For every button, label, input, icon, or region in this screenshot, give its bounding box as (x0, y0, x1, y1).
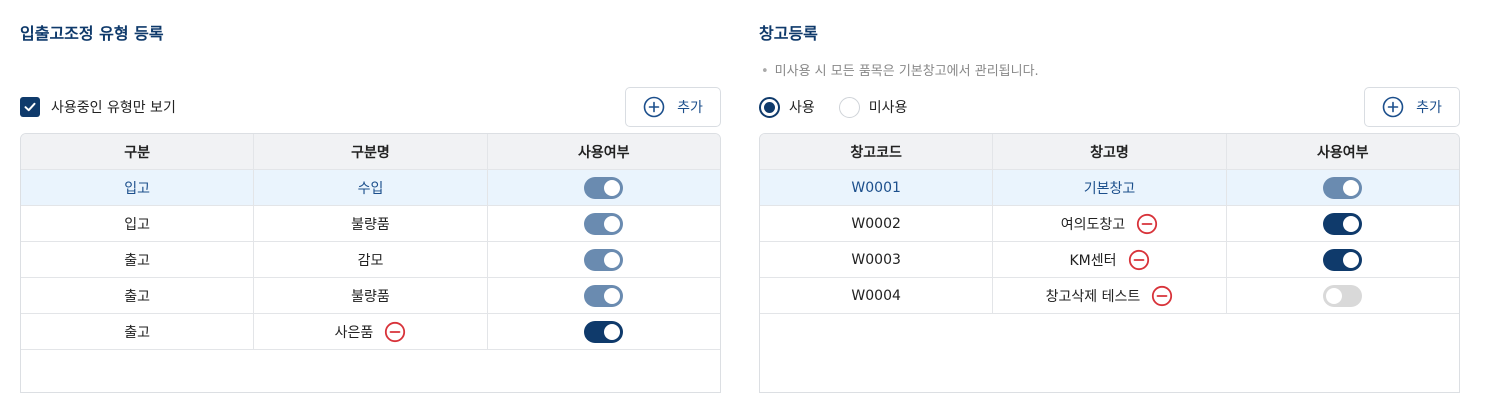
enabled-toggle[interactable] (1323, 284, 1363, 307)
table-row[interactable]: 출고 사은품 (21, 314, 720, 350)
plus-circle-icon (1382, 96, 1404, 118)
cell-enabled (488, 314, 720, 349)
remove-circle-icon[interactable] (1136, 213, 1158, 235)
toggle-knob (604, 251, 621, 268)
remove-circle-icon[interactable] (384, 321, 406, 343)
cell-name: 수입 (254, 170, 488, 205)
cell-code: W0004 (760, 278, 994, 313)
active-only-checkbox[interactable] (20, 97, 40, 117)
cell-code: W0002 (760, 206, 994, 241)
cell-type: 출고 (21, 278, 255, 313)
header-type[interactable]: 구분 (21, 134, 255, 169)
warehouse-note: • 미사용 시 모든 품목은 기본창고에서 관리됩니다. (761, 60, 1039, 79)
toggle-knob (604, 287, 621, 304)
table-row[interactable]: W0001 기본창고 (760, 170, 1459, 206)
header-warehouse-name[interactable]: 창고명 (993, 134, 1227, 169)
enabled-toggle[interactable] (584, 248, 624, 271)
toggle-knob (1326, 287, 1343, 304)
header-warehouse-code[interactable]: 창고코드 (760, 134, 994, 169)
table-row[interactable]: 출고 불량품 (21, 278, 720, 314)
radio-unused-control[interactable] (838, 96, 860, 118)
enabled-toggle[interactable] (584, 284, 624, 307)
enabled-toggle[interactable] (584, 212, 624, 235)
header-type-name[interactable]: 구분명 (254, 134, 488, 169)
cell-name: KM센터 (993, 242, 1227, 277)
header-enabled[interactable]: 사용여부 (1227, 134, 1459, 169)
warehouse-note-text: 미사용 시 모든 품목은 기본창고에서 관리됩니다. (774, 64, 1039, 79)
remove-circle-icon[interactable] (1151, 285, 1173, 307)
cell-enabled (488, 242, 720, 277)
adjustment-type-title: 입출고조정 유형 등록 (20, 24, 164, 43)
toggle-knob (1343, 251, 1360, 268)
check-icon (24, 102, 36, 112)
cell-code: W0001 (760, 170, 994, 205)
toggle-knob (604, 179, 621, 196)
table-row[interactable]: W0002 여의도창고 (760, 206, 1459, 242)
cell-name: 기본창고 (993, 170, 1227, 205)
toggle-knob (604, 215, 621, 232)
warehouse-table: 창고코드 창고명 사용여부 W0001 기본창고 W0002 여의도창고 W0003 KM… (759, 133, 1460, 393)
name-text: 사은품 (334, 324, 374, 341)
radio-use[interactable]: 사용 (759, 96, 815, 118)
header-enabled[interactable]: 사용여부 (488, 134, 720, 169)
cell-name: 불량품 (254, 206, 488, 241)
radio-unused[interactable]: 미사용 (838, 96, 908, 118)
warehouse-use-radio-group: 사용 미사용 (759, 95, 931, 119)
name-text: 감모 (357, 252, 384, 269)
name-text: 불량품 (351, 288, 390, 305)
cell-enabled (488, 206, 720, 241)
active-only-filter[interactable]: 사용중인 유형만 보기 (20, 95, 176, 119)
warehouse-title: 창고등록 (759, 24, 818, 43)
plus-circle-icon (643, 96, 665, 118)
enabled-toggle[interactable] (1323, 176, 1363, 199)
table-row[interactable]: W0004 창고삭제 테스트 (760, 278, 1459, 314)
name-text: 기본창고 (1083, 180, 1136, 197)
table-row[interactable]: 출고 감모 (21, 242, 720, 278)
add-adjustment-type-button[interactable]: 추가 (625, 87, 721, 127)
active-only-label: 사용중인 유형만 보기 (51, 100, 176, 116)
enabled-toggle[interactable] (1323, 212, 1363, 235)
name-text: 불량품 (351, 216, 390, 233)
cell-type: 출고 (21, 242, 255, 277)
table-header: 구분 구분명 사용여부 (21, 134, 720, 170)
adjustment-type-table: 구분 구분명 사용여부 입고 수입 입고 불량품 출고 감모 출고 불량품 출고 사은품 (20, 133, 721, 393)
name-text: 여의도창고 (1060, 216, 1126, 233)
name-text: 수입 (357, 180, 384, 197)
name-text: KM센터 (1069, 252, 1117, 269)
cell-enabled (1227, 278, 1459, 313)
radio-use-label: 사용 (789, 100, 815, 116)
table-row[interactable]: 입고 불량품 (21, 206, 720, 242)
cell-type: 입고 (21, 206, 255, 241)
cell-name: 감모 (254, 242, 488, 277)
table-row[interactable]: W0003 KM센터 (760, 242, 1459, 278)
cell-name: 불량품 (254, 278, 488, 313)
add-warehouse-button[interactable]: 추가 (1364, 87, 1460, 127)
table-row[interactable]: 입고 수입 (21, 170, 720, 206)
cell-enabled (1227, 242, 1459, 277)
toggle-knob (604, 323, 621, 340)
enabled-toggle[interactable] (1323, 248, 1363, 271)
radio-unused-label: 미사용 (868, 100, 908, 116)
toggle-knob (1343, 215, 1360, 232)
toggle-knob (1343, 179, 1360, 196)
cell-name: 여의도창고 (993, 206, 1227, 241)
remove-circle-icon[interactable] (1128, 249, 1150, 271)
cell-enabled (1227, 170, 1459, 205)
radio-use-control[interactable] (759, 96, 780, 118)
add-label: 추가 (677, 100, 703, 116)
cell-enabled (488, 278, 720, 313)
add-label: 추가 (1416, 100, 1442, 116)
cell-name: 창고삭제 테스트 (993, 278, 1227, 313)
bullet-icon: • (761, 64, 769, 79)
enabled-toggle[interactable] (584, 176, 624, 199)
cell-enabled (488, 170, 720, 205)
cell-type: 출고 (21, 314, 255, 349)
cell-name: 사은품 (254, 314, 488, 349)
name-text: 창고삭제 테스트 (1045, 288, 1141, 305)
cell-code: W0003 (760, 242, 994, 277)
table-header: 창고코드 창고명 사용여부 (760, 134, 1459, 170)
enabled-toggle[interactable] (584, 320, 624, 343)
cell-type: 입고 (21, 170, 255, 205)
cell-enabled (1227, 206, 1459, 241)
